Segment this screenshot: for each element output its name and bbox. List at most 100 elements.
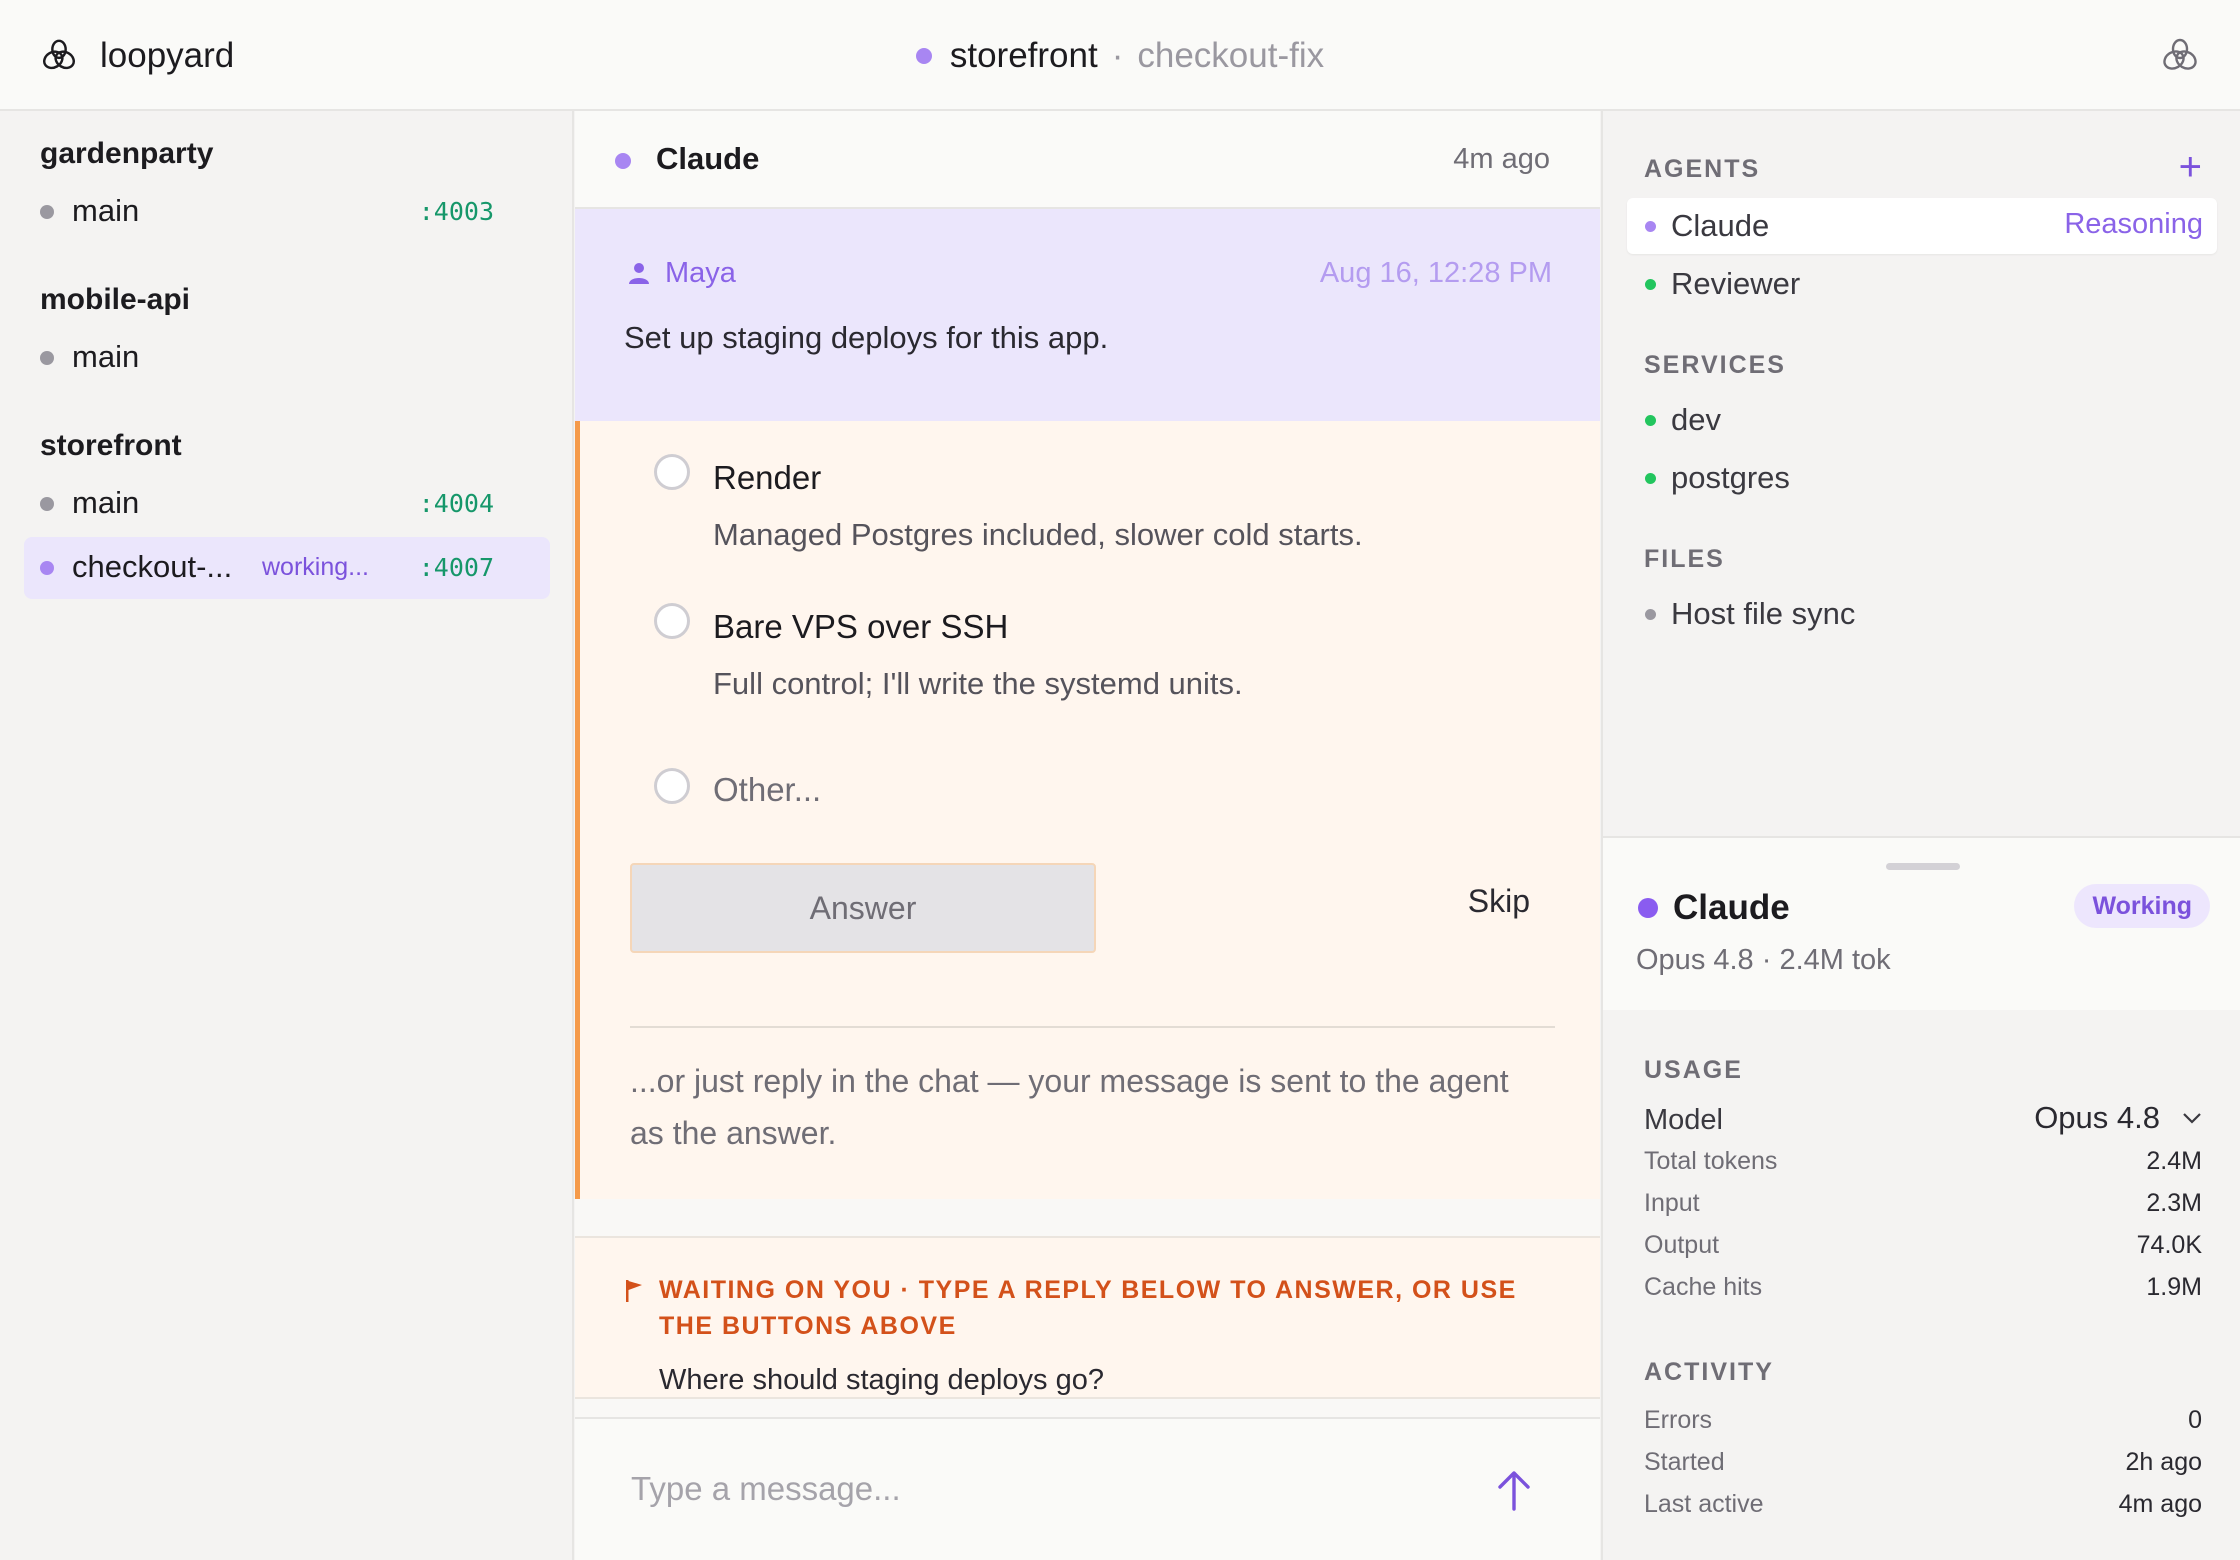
flag-icon [626,1280,642,1302]
branch-item-active[interactable]: checkout-... working... :4007 [24,537,550,599]
chat-pane: Claude 4m ago Maya Aug 16, 12:28 PM Set … [575,111,1600,1560]
branch-status-dot [40,351,54,365]
agent-detail-name: Claude [1673,888,1790,927]
activity-value: 2h ago [2125,1448,2202,1476]
branch-name: checkout-fix [1137,35,1325,75]
branch-label: checkout-... [72,549,233,584]
option-radio[interactable] [654,768,690,804]
project-group-title[interactable]: mobile-api [40,283,190,317]
agent-status-dot [615,153,631,169]
title-separator: · [1111,35,1124,75]
message-author: Maya [665,257,736,289]
activity-section-label: ACTIVITY [1644,1358,1774,1386]
services-section-label: SERVICES [1644,351,1786,379]
message-input[interactable] [631,1461,1451,1517]
usage-label: Output [1644,1231,1720,1259]
chevron-down-icon [2183,1113,2201,1124]
activity-row: Last active 4m ago [1644,1490,2202,1526]
agent-name: Reviewer [1671,266,1801,301]
usage-row: Cache hits 1.9M [1644,1273,2202,1309]
option-title: Bare VPS over SSH [713,608,1009,645]
status-badge: Working [2074,884,2210,928]
person-icon [629,263,649,284]
usage-value: 74.0K [2136,1231,2202,1259]
agent-name: Claude [1671,208,1770,243]
answer-button[interactable]: Answer [630,863,1096,953]
right-panel: AGENTS + Claude Reasoning Reviewer SERVI… [1601,111,2240,1560]
activity-value: 4m ago [2118,1490,2202,1518]
branch-port: :4003 [418,197,494,226]
message-timestamp: Aug 16, 12:28 PM [1319,257,1552,289]
branch-working-status: working... [262,553,369,581]
agent-status-dot [1645,221,1656,232]
waiting-title: WAITING ON YOU · TYPE A REPLY BELOW TO A… [659,1276,1517,1340]
usage-row: Input 2.3M [1644,1189,2202,1225]
option-other-label: Other... [713,771,822,808]
waiting-banner: WAITING ON YOU · TYPE A REPLY BELOW TO A… [575,1236,1600,1399]
branch-status-dot [40,561,54,575]
option-description: Managed Postgres included, slower cold s… [713,517,1363,552]
message-text: Set up staging deploys for this app. [624,320,1109,355]
branch-label: main [72,193,140,228]
file-item-host-sync[interactable]: Host file sync [1627,586,2217,642]
project-sidebar: gardenparty main :4003 mobile-api main s… [0,111,574,1560]
service-status-dot [1645,415,1656,426]
model-select[interactable]: Opus 4.8 [2034,1100,2202,1136]
branch-item[interactable]: main :4004 [24,473,550,535]
service-name: dev [1671,402,1721,437]
model-value: Opus 4.8 [2034,1100,2160,1135]
message-composer [575,1417,1600,1560]
add-agent-button[interactable]: + [2179,147,2202,187]
activity-label: Errors [1644,1406,1713,1434]
reply-hint: ...or just reply in the chat — your mess… [630,1063,1509,1151]
branch-status-dot [40,497,54,511]
resize-handle[interactable] [1886,863,1960,870]
usage-label: Total tokens [1644,1147,1778,1175]
agent-item-reviewer[interactable]: Reviewer [1627,256,2217,312]
usage-label: Input [1644,1189,1700,1217]
service-item-dev[interactable]: dev [1627,392,2217,448]
agent-question-card: Render Managed Postgres included, slower… [575,421,1600,1199]
option-description: Full control; I'll write the systemd uni… [713,666,1243,701]
project-group-title[interactable]: storefront [40,429,182,463]
service-item-postgres[interactable]: postgres [1627,450,2217,506]
project-group-title[interactable]: gardenparty [40,137,213,171]
activity-value: 0 [2188,1406,2202,1434]
branch-port: :4007 [418,553,494,582]
agents-section-label: AGENTS [1644,155,1761,183]
option-title: Render [713,459,822,496]
chat-header: Claude 4m ago [575,111,1600,209]
arrow-up-icon[interactable] [1494,1469,1534,1513]
option-radio[interactable] [654,454,690,490]
branch-label: main [72,339,140,374]
top-bar: loopyard storefront · checkout-fix [0,0,2240,111]
branch-status-dot [40,205,54,219]
files-section-label: FILES [1644,545,1725,573]
project-name: storefront [949,35,1098,75]
loop-logo-icon[interactable] [2160,36,2200,76]
model-row: Model Opus 4.8 [1644,1100,2202,1140]
chat-agent-name: Claude [656,141,760,176]
file-name: Host file sync [1671,596,1856,631]
branch-item[interactable]: main [24,327,550,389]
agent-detail-subtitle: Opus 4.8 · 2.4M tok [1636,944,1891,976]
activity-label: Started [1644,1448,1725,1476]
branch-item[interactable]: main :4003 [24,181,550,243]
usage-label: Cache hits [1644,1273,1763,1301]
model-label: Model [1644,1104,1723,1136]
agent-status-dot [1645,279,1656,290]
service-status-dot [1645,473,1656,484]
activity-row: Errors 0 [1644,1406,2202,1442]
agent-item-claude[interactable]: Claude Reasoning [1627,198,2217,254]
activity-row: Started 2h ago [1644,1448,2202,1484]
option-radio[interactable] [654,603,690,639]
usage-row: Output 74.0K [1644,1231,2202,1267]
file-status-dot [1645,609,1656,620]
agent-status: Reasoning [2064,208,2203,240]
usage-value: 2.4M [2146,1147,2202,1175]
skip-button[interactable]: Skip [1468,883,1530,920]
usage-value: 2.3M [2146,1189,2202,1217]
branch-label: main [72,485,140,520]
project-status-dot [915,47,932,64]
usage-row: Total tokens 2.4M [1644,1147,2202,1183]
